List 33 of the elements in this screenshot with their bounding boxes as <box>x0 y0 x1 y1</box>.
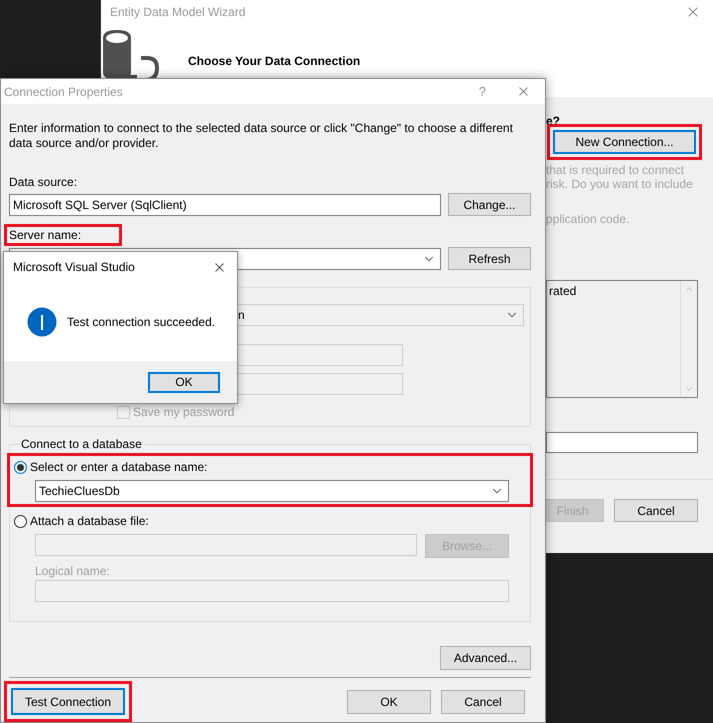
data-source-label: Data source: <box>9 175 78 189</box>
radio-label[interactable]: Attach a database file: <box>30 512 149 530</box>
window-title: Entity Data Model Wizard <box>110 4 246 21</box>
server-name-label: Server name: <box>9 228 82 242</box>
intro-text: Enter information to connect to the selected data source or click "Change" to choose a different data source and/or provider. <box>9 121 514 151</box>
ok-button[interactable]: OK <box>347 690 431 714</box>
cancel-button[interactable]: Cancel <box>441 690 525 714</box>
radio-button[interactable] <box>14 460 27 474</box>
database-file-field[interactable] <box>35 534 417 556</box>
message-text: Test connection succeeded. <box>67 314 216 330</box>
wizard-heading: Choose Your Data Connection <box>188 52 360 70</box>
group-title: Connect to a database <box>20 437 143 451</box>
info-icon <box>27 306 57 336</box>
description-text: risk. Do you want to include <box>546 177 694 191</box>
input-field[interactable] <box>546 432 698 453</box>
cancel-button[interactable]: Cancel <box>614 499 698 522</box>
logical-name-label: Logical name: <box>35 564 111 578</box>
data-source-field[interactable]: Microsoft SQL Server (SqlClient) <box>9 194 441 216</box>
ok-button[interactable]: OK <box>148 372 220 392</box>
advanced-button[interactable]: Advanced... <box>440 646 531 670</box>
logical-name-field[interactable] <box>35 580 509 602</box>
test-connection-button[interactable]: Test Connection <box>11 688 125 715</box>
dialog-title: Connection Properties <box>4 84 123 100</box>
description-text: that is required to connect <box>546 163 686 177</box>
new-connection-button[interactable]: New Connection... <box>553 130 696 154</box>
database-name-combobox[interactable]: TechieCluesDb <box>35 480 509 502</box>
description-text: pplication code. <box>546 212 630 226</box>
radio-label[interactable]: Select or enter a database name: <box>30 458 208 476</box>
radio-button[interactable] <box>14 514 27 528</box>
connection-string-text: rated <box>548 283 578 298</box>
refresh-button[interactable]: Refresh <box>448 247 531 270</box>
change-button[interactable]: Change... <box>448 193 531 216</box>
message-box-title: Microsoft Visual Studio <box>13 259 135 276</box>
